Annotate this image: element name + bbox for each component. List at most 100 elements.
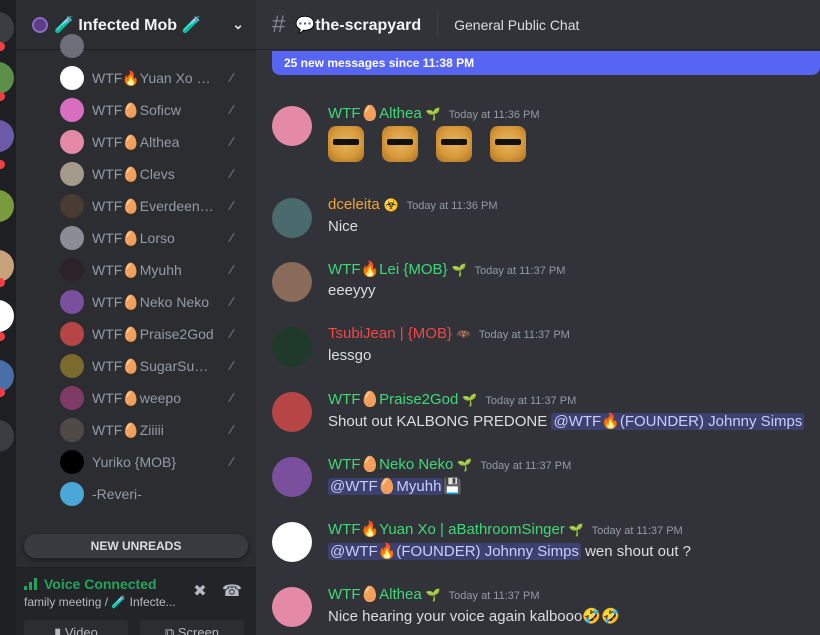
role-badge-icon: 🌱 bbox=[568, 523, 584, 537]
new-unreads-button[interactable]: NEW UNREADS bbox=[24, 534, 248, 558]
server-icon[interactable] bbox=[0, 120, 14, 152]
avatar[interactable] bbox=[272, 457, 312, 497]
avatar bbox=[60, 482, 84, 506]
role-badge-icon: 🦇 bbox=[455, 327, 471, 341]
server-rail[interactable] bbox=[0, 0, 16, 635]
message-content: Nice hearing your voice again kalbooo🤣🤣 bbox=[328, 607, 620, 625]
discord-window: 🧪 Infected Mob 🧪 ⌄ WTF🔥Yuan Xo | a... ∕ WT… bbox=[0, 0, 820, 635]
signal-icon bbox=[24, 578, 38, 590]
message-author[interactable]: WTF🔥Lei {MOB} bbox=[328, 260, 448, 278]
server-icon[interactable] bbox=[0, 62, 14, 94]
notification-dot bbox=[0, 278, 5, 287]
member-name: WTF🥚Lorso bbox=[92, 229, 175, 246]
doge-sunglasses-emoji bbox=[436, 126, 472, 162]
avatar[interactable] bbox=[272, 522, 312, 562]
avatar[interactable] bbox=[272, 198, 312, 238]
voice-member[interactable]: WTF🥚Neko Neko ∕ bbox=[16, 286, 256, 318]
message-author[interactable]: TsubiJean | {MOB} bbox=[328, 325, 452, 342]
message-content: eeeyyy bbox=[328, 282, 376, 299]
message-timestamp: Today at 11:37 PM bbox=[474, 265, 566, 277]
screen-button[interactable]: ⧉ Screen bbox=[140, 620, 244, 635]
voice-member[interactable]: -Reveri- bbox=[16, 478, 256, 510]
avatar[interactable] bbox=[272, 392, 312, 432]
message-timestamp: Today at 11:37 PM bbox=[480, 460, 572, 472]
message-header: WTF🥚Praise2God 🌱 Today at 11:37 PM bbox=[328, 390, 576, 408]
message-content: Nice bbox=[328, 218, 358, 235]
message-author[interactable]: WTF🥚Praise2God bbox=[328, 390, 458, 408]
voice-member[interactable]: WTF🥚weepo ∕ bbox=[16, 382, 256, 414]
voice-member[interactable]: Yuriko {MOB} ∕ bbox=[16, 446, 256, 478]
voice-member[interactable]: WTF🥚Lorso ∕ bbox=[16, 222, 256, 254]
noise-suppression-icon[interactable]: ✖ bbox=[190, 582, 210, 602]
message-author[interactable]: dceleita bbox=[328, 196, 380, 213]
voice-member[interactable]: WTF🥚SugarSugar ∕ bbox=[16, 350, 256, 382]
message-text: lessgo bbox=[328, 347, 372, 364]
deafened-icon: ∕ bbox=[230, 326, 234, 341]
message-text: eeeyyy bbox=[328, 282, 376, 299]
voice-panel: Voice Connected family meeting / 🧪 Infec… bbox=[16, 567, 256, 635]
member-name: WTF🥚Neko Neko bbox=[92, 293, 210, 310]
message-author[interactable]: WTF🥚Althea bbox=[328, 585, 422, 603]
avatar[interactable] bbox=[272, 106, 312, 146]
message-header: WTF🔥Yuan Xo | aBathroomSinger 🌱 Today at 1… bbox=[328, 520, 683, 538]
avatar bbox=[60, 66, 84, 90]
role-badge-icon: ☣️ bbox=[383, 198, 399, 212]
avatar[interactable] bbox=[272, 262, 312, 302]
avatar[interactable] bbox=[272, 327, 312, 367]
member-name: WTF🥚Myuhh bbox=[92, 261, 182, 278]
member-name: WTF🥚Praise2God bbox=[92, 325, 214, 342]
voice-member[interactable]: WTF🔥Yuan Xo | a... ∕ bbox=[16, 62, 256, 94]
voice-member[interactable]: WTF🥚Clevs ∕ bbox=[16, 158, 256, 190]
message-header: TsubiJean | {MOB} 🦇 Today at 11:37 PM bbox=[328, 325, 570, 342]
voice-member[interactable] bbox=[16, 30, 256, 62]
role-badge-icon: 🌱 bbox=[451, 263, 467, 277]
voice-member[interactable]: WTF🥚Praise2God ∕ bbox=[16, 318, 256, 350]
video-button[interactable]: ▮ Video bbox=[24, 620, 128, 635]
member-name: WTF🥚Clevs bbox=[92, 165, 175, 182]
message-text: Nice hearing your voice again kalbooo🤣🤣 bbox=[328, 608, 620, 625]
new-messages-banner[interactable]: 25 new messages since 11:38 PM bbox=[272, 51, 820, 75]
voice-member[interactable]: WTF🥚Everdeen Xo ∕ bbox=[16, 190, 256, 222]
video-label: Video bbox=[64, 625, 98, 635]
server-icon[interactable] bbox=[0, 420, 14, 452]
channel-hash-icon: # bbox=[272, 10, 286, 38]
message-header: WTF🥚Neko Neko 🌱 Today at 11:37 PM bbox=[328, 455, 571, 473]
notification-dot bbox=[0, 160, 5, 169]
server-icon[interactable] bbox=[0, 360, 14, 392]
avatar bbox=[60, 386, 84, 410]
deafened-icon: ∕ bbox=[230, 294, 234, 309]
message-timestamp: Today at 11:37 PM bbox=[448, 590, 540, 602]
deafened-icon: ∕ bbox=[230, 422, 234, 437]
avatar bbox=[60, 418, 84, 442]
message-author[interactable]: WTF🥚Neko Neko bbox=[328, 455, 453, 473]
user-mention[interactable]: @WTF🔥(FOUNDER) Johnny Simps bbox=[328, 543, 581, 560]
voice-channel-path[interactable]: family meeting / 🧪 Infecte... bbox=[24, 595, 176, 609]
voice-member[interactable]: WTF🥚Ziiiii ∕ bbox=[16, 414, 256, 446]
message-text-after: wen shout out ? bbox=[580, 543, 691, 560]
member-name: WTF🥚Everdeen Xo bbox=[92, 197, 214, 214]
screen-label: Screen bbox=[177, 625, 220, 635]
deafened-icon: ∕ bbox=[230, 70, 234, 85]
user-mention[interactable]: @WTF🥚Myuhh bbox=[328, 478, 444, 495]
server-icon[interactable] bbox=[0, 250, 14, 282]
avatar bbox=[60, 450, 84, 474]
voice-member[interactable]: WTF🥚Althea ∕ bbox=[16, 126, 256, 158]
avatar bbox=[60, 258, 84, 282]
voice-member[interactable]: WTF🥚Myuhh ∕ bbox=[16, 254, 256, 286]
message-author[interactable]: WTF🔥Yuan Xo | aBathroomSinger bbox=[328, 520, 565, 538]
message-author[interactable]: WTF🥚Althea bbox=[328, 104, 422, 122]
user-mention[interactable]: @WTF🔥(FOUNDER) Johnny Simps bbox=[551, 413, 805, 430]
channel-topic[interactable]: General Public Chat bbox=[454, 17, 579, 33]
member-name: WTF🥚SugarSugar bbox=[92, 357, 214, 374]
disconnect-icon[interactable]: ☎ bbox=[222, 582, 242, 602]
server-icon[interactable] bbox=[0, 300, 14, 332]
voice-status[interactable]: Voice Connected bbox=[24, 576, 157, 592]
server-icon[interactable] bbox=[0, 190, 14, 222]
avatar bbox=[60, 354, 84, 378]
message-content: Shout out KALBONG PREDONE @WTF🔥(FOUNDER)… bbox=[328, 412, 805, 430]
server-icon[interactable] bbox=[0, 12, 14, 44]
voice-member[interactable]: WTF🥚Soficw ∕ bbox=[16, 94, 256, 126]
message-timestamp: Today at 11:36 PM bbox=[448, 109, 540, 121]
avatar[interactable] bbox=[272, 587, 312, 627]
member-name: WTF🥚Althea bbox=[92, 133, 180, 150]
